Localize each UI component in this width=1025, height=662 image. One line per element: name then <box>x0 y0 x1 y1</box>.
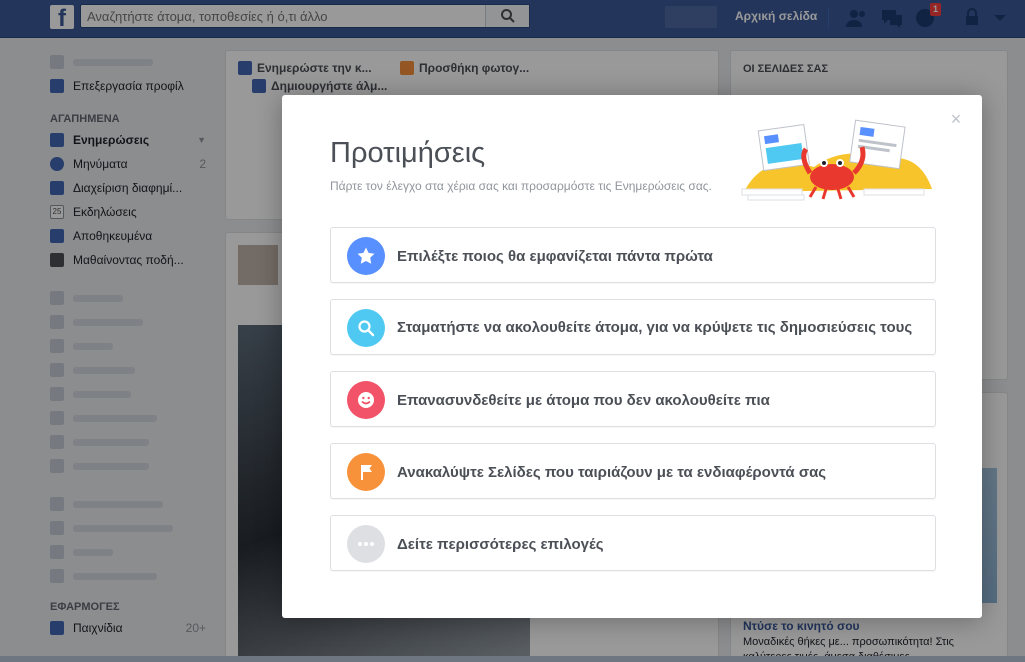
option-unfollow[interactable]: Σταματήστε να ακολουθείτε άτομα, για να … <box>330 299 936 355</box>
flag-icon <box>361 465 372 480</box>
more-icon <box>358 542 374 546</box>
option-discover-pages[interactable]: Ανακαλύψτε Σελίδες που ταιριάζουν με τα … <box>330 443 936 499</box>
option-icon-circle <box>347 309 385 347</box>
option-icon-circle <box>347 525 385 563</box>
dialog-title: Προτιμήσεις <box>330 137 486 169</box>
option-label: Σταματήστε να ακολουθείτε άτομα, για να … <box>397 319 913 336</box>
preferences-dialog: × Προτιμήσεις Πάρτε τον έλεγχο στα χέρια… <box>282 95 982 618</box>
smile-icon <box>358 392 374 408</box>
option-icon-circle <box>347 453 385 491</box>
crab-illustration <box>741 119 932 201</box>
option-more[interactable]: Δείτε περισσότερες επιλογές <box>330 515 936 571</box>
option-label: Επανασυνδεθείτε με άτομα που δεν ακολουθ… <box>397 392 770 409</box>
option-label: Επιλέξτε ποιος θα εμφανίζεται πάντα πρώτ… <box>397 248 713 265</box>
star-icon <box>357 247 375 264</box>
option-icon-circle <box>347 381 385 419</box>
option-see-first[interactable]: Επιλέξτε ποιος θα εμφανίζεται πάντα πρώτ… <box>330 227 936 283</box>
option-label: Δείτε περισσότερες επιλογές <box>397 536 604 553</box>
search-icon <box>358 320 375 337</box>
option-label: Ανακαλύψτε Σελίδες που ταιριάζουν με τα … <box>397 464 827 481</box>
dialog-subtitle: Πάρτε τον έλεγχο στα χέρια σας και προσα… <box>330 179 712 193</box>
close-icon[interactable]: × <box>948 110 964 128</box>
option-reconnect[interactable]: Επανασυνδεθείτε με άτομα που δεν ακολουθ… <box>330 371 936 427</box>
option-icon-circle <box>347 237 385 275</box>
